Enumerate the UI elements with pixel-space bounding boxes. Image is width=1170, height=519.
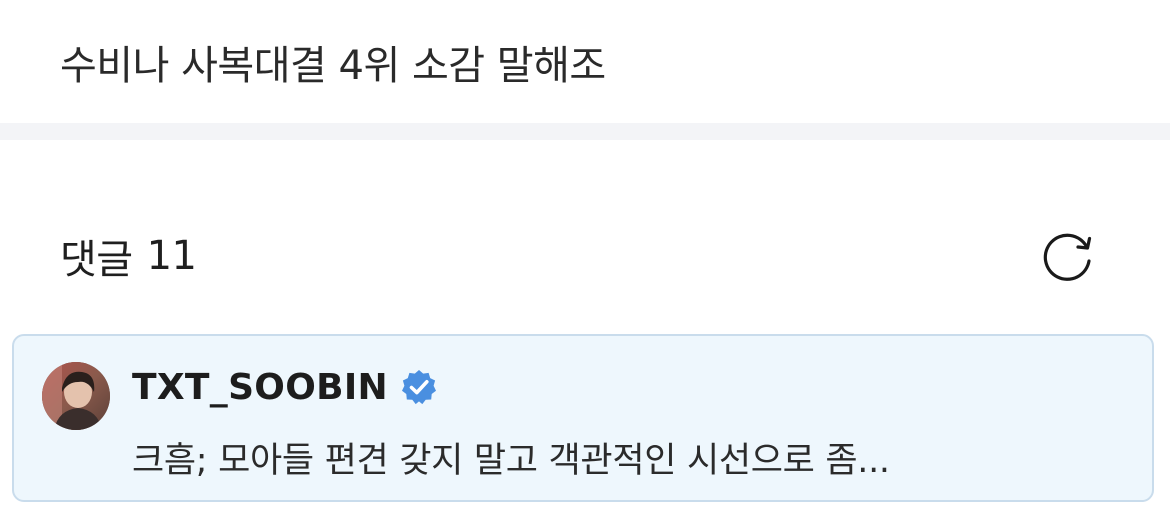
post-title: 수비나 사복대결 4위 소감 말해조 xyxy=(60,43,606,89)
post-detail-page: 수비나 사복대결 4위 소감 말해조 댓글 11 TXT_SOOBIN 크흠; … xyxy=(0,0,1170,519)
verified-badge-icon xyxy=(400,368,438,406)
refresh-button[interactable] xyxy=(1036,226,1100,288)
refresh-icon xyxy=(1043,233,1092,281)
comments-header: 댓글 11 xyxy=(60,226,197,286)
avatar-image xyxy=(42,362,110,430)
comment-author-name[interactable]: TXT_SOOBIN xyxy=(132,367,388,408)
section-divider xyxy=(0,123,1170,140)
comment-author-row: TXT_SOOBIN xyxy=(132,360,438,414)
comment-text: 크흠; 모아들 편견 갖지 말고 객관적인 시선으로 좀... xyxy=(132,441,890,481)
comments-count: 11 xyxy=(146,233,197,279)
comments-label: 댓글 xyxy=(60,237,133,283)
avatar[interactable] xyxy=(42,362,110,430)
